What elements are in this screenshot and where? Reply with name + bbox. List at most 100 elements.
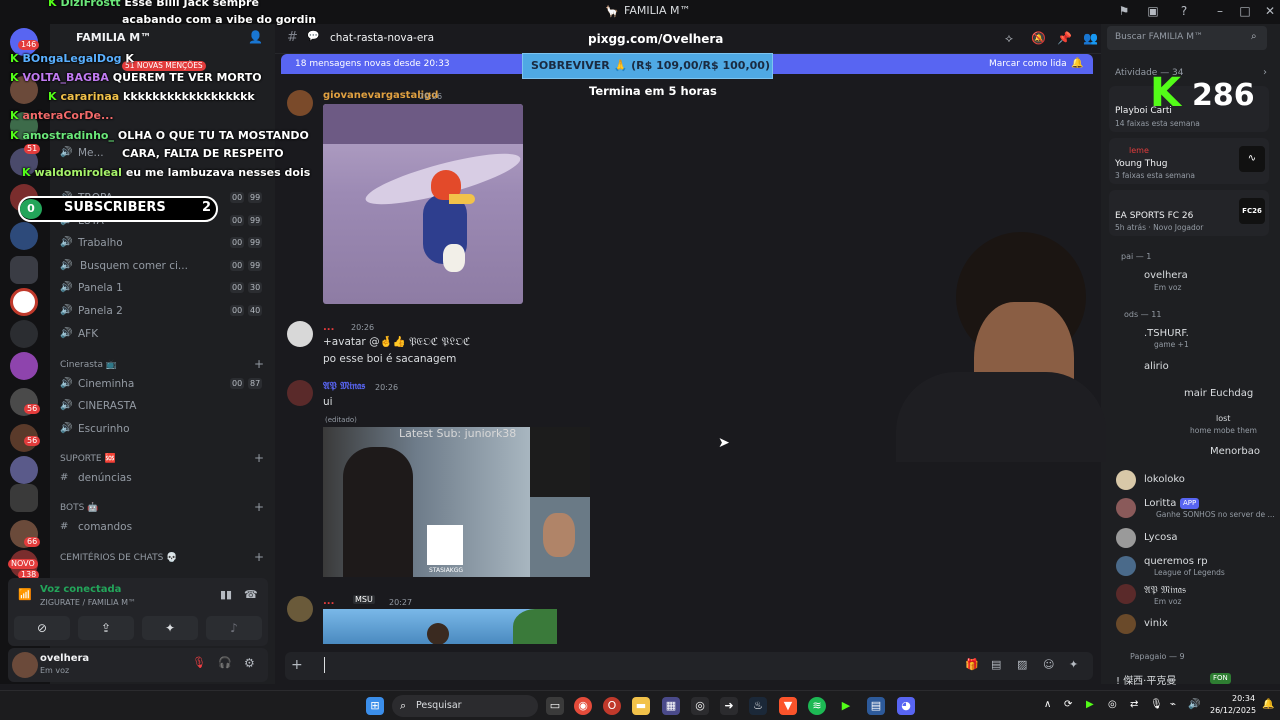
member-entry[interactable]: ! 傑西·平克曼 FON bbox=[1116, 672, 1280, 688]
add-channel-icon[interactable]: + bbox=[254, 357, 264, 371]
help-icon[interactable]: ? bbox=[1176, 3, 1192, 19]
gif-icon[interactable]: ▤ bbox=[991, 658, 1001, 671]
emoji-icon[interactable]: ☺ bbox=[1043, 658, 1054, 671]
brave-icon[interactable]: ▼ bbox=[779, 697, 797, 715]
message-author[interactable]: 𝔄𝔓 𝔐𝔦𝔫𝔞𝔰 bbox=[323, 381, 365, 392]
avatar[interactable] bbox=[1116, 528, 1136, 548]
app-icon[interactable]: ➜ bbox=[720, 697, 738, 715]
message-author[interactable]: ... bbox=[323, 596, 334, 607]
member-name[interactable]: mair Euchdag bbox=[1184, 388, 1253, 399]
member-name[interactable]: Lycosa bbox=[1144, 532, 1178, 543]
notifications-icon[interactable]: 🔕 bbox=[1031, 31, 1046, 45]
member-name[interactable]: 𝔄𝔓 𝔐𝔦𝔫𝔞𝔰 bbox=[1144, 585, 1186, 596]
microphone-icon[interactable]: 🎙 bbox=[1150, 699, 1163, 710]
avatar[interactable] bbox=[1116, 614, 1136, 634]
video-embed[interactable]: Latest Sub: juniork38 STASIAKGG bbox=[323, 427, 590, 577]
message-author[interactable]: ... bbox=[323, 322, 334, 333]
tray-icon[interactable]: ◎ bbox=[1108, 699, 1117, 710]
category-cinerasta[interactable]: Cinerasta 📺 bbox=[60, 360, 117, 370]
image-preview[interactable] bbox=[323, 609, 557, 644]
noise-suppression-icon[interactable]: ▮▮ bbox=[220, 588, 232, 601]
close-icon[interactable]: ✕ bbox=[1262, 3, 1278, 19]
opera-server-icon[interactable] bbox=[10, 288, 38, 316]
member-name[interactable]: Loritta bbox=[1144, 498, 1176, 509]
member-name[interactable]: alirio bbox=[1144, 361, 1169, 372]
activity-card[interactable]: leme Young Thug 3 faixas esta semana ∿ bbox=[1109, 138, 1269, 184]
server-icon[interactable] bbox=[10, 320, 38, 348]
activity-card[interactable]: EA SPORTS FC 26 5h atrás · Novo Jogador … bbox=[1109, 190, 1269, 236]
add-channel-icon[interactable]: + bbox=[254, 451, 264, 465]
pin-icon[interactable]: 📌 bbox=[1057, 31, 1072, 45]
add-channel-icon[interactable]: + bbox=[254, 550, 264, 564]
voice-channel[interactable]: 🔊 AFK bbox=[50, 324, 275, 344]
disconnect-icon[interactable]: ☎ bbox=[244, 588, 258, 601]
voice-status[interactable]: Voz conectada bbox=[40, 584, 121, 595]
member-name[interactable]: vinix bbox=[1144, 618, 1168, 629]
tray-chevron-icon[interactable]: ∧ bbox=[1044, 699, 1051, 710]
avatar[interactable] bbox=[287, 321, 313, 347]
member-name[interactable]: ovelhera bbox=[1144, 270, 1188, 281]
chrome-icon[interactable]: ◉ bbox=[574, 697, 592, 715]
apps-icon[interactable]: ✦ bbox=[1069, 658, 1078, 671]
gift-icon[interactable]: 🎁 bbox=[965, 658, 979, 671]
app-icon[interactable]: ◎ bbox=[691, 697, 709, 715]
server-icon[interactable] bbox=[10, 222, 38, 250]
start-icon[interactable]: ⊞ bbox=[366, 697, 384, 715]
member-name[interactable]: .TSHURF. bbox=[1144, 328, 1189, 339]
voice-channel[interactable]: 🔊 Panela 1 00 30 bbox=[50, 278, 275, 298]
network-icon[interactable]: ⌁ bbox=[1170, 699, 1176, 710]
mute-icon[interactable]: 🎙 bbox=[192, 656, 206, 669]
opera-icon[interactable]: O bbox=[603, 697, 621, 715]
avatar[interactable] bbox=[1116, 556, 1136, 576]
search-input[interactable]: Buscar FAMILIA M™ ⌕ bbox=[1107, 26, 1267, 50]
voice-channel[interactable]: 🔊 CINERASTA bbox=[50, 396, 275, 416]
voice-channel[interactable]: 🔊 Panela 2 00 40 bbox=[50, 301, 275, 321]
voice-channel[interactable]: 🔊 Trabalho 00 99 bbox=[50, 233, 275, 253]
folder-icon[interactable] bbox=[10, 256, 38, 284]
gif-image[interactable] bbox=[323, 104, 523, 304]
attach-icon[interactable]: + bbox=[291, 657, 303, 673]
activities-button[interactable]: ✦ bbox=[142, 616, 198, 640]
tray-icon[interactable]: ▶ bbox=[1086, 699, 1094, 710]
avatar[interactable] bbox=[1116, 584, 1136, 604]
avatar[interactable] bbox=[287, 596, 313, 622]
kick-icon[interactable]: ▶ bbox=[837, 697, 855, 715]
settings-icon[interactable]: ⚙ bbox=[244, 656, 255, 670]
app-icon[interactable]: ▤ bbox=[867, 697, 885, 715]
avatar[interactable] bbox=[1116, 498, 1136, 518]
voice-channel[interactable]: 🔊 Escurinho bbox=[50, 419, 275, 439]
discord-icon[interactable]: ◕ bbox=[897, 697, 915, 715]
text-channel[interactable]: # comandos bbox=[50, 517, 275, 537]
category-cemiterios[interactable]: CEMITÉRIOS DE CHATS 💀 bbox=[60, 553, 177, 563]
member-list-icon[interactable]: 👥 bbox=[1083, 31, 1098, 45]
flag-icon[interactable]: ⚑ bbox=[1116, 3, 1132, 19]
steam-icon[interactable]: ♨ bbox=[749, 697, 767, 715]
username[interactable]: ovelhera bbox=[40, 653, 89, 664]
tray-icon[interactable]: ⇄ bbox=[1130, 699, 1138, 710]
minimize-icon[interactable]: – bbox=[1212, 3, 1228, 19]
file-explorer-icon[interactable]: ▬ bbox=[632, 697, 650, 715]
avatar[interactable] bbox=[12, 652, 38, 678]
avatar[interactable] bbox=[1116, 470, 1136, 490]
avatar[interactable] bbox=[287, 380, 313, 406]
member-name[interactable]: lokoloko bbox=[1144, 474, 1185, 485]
deafen-icon[interactable]: 🎧 bbox=[218, 656, 232, 669]
volume-icon[interactable]: 🔊 bbox=[1188, 699, 1200, 710]
app-icon[interactable]: ▦ bbox=[662, 697, 680, 715]
category-bots[interactable]: BOTS 🤖 bbox=[60, 503, 98, 513]
category-suporte[interactable]: SUPORTE 🆘 bbox=[60, 454, 116, 464]
screen-share-button[interactable]: ⇪ bbox=[78, 616, 134, 640]
clock-date[interactable]: 26/12/2025 bbox=[1210, 706, 1256, 715]
server-icon[interactable] bbox=[10, 352, 38, 380]
tray-icon[interactable]: ⟳ bbox=[1064, 699, 1072, 710]
member-name[interactable]: queremos rp bbox=[1144, 556, 1208, 567]
voice-channel[interactable]: 🔊 Cineminha 00 87 bbox=[50, 374, 275, 394]
member-name[interactable]: Menorbao bbox=[1210, 446, 1260, 457]
member-name[interactable]: lost bbox=[1216, 414, 1230, 423]
text-channel[interactable]: # denúncias bbox=[50, 468, 275, 488]
taskbar-search[interactable]: ⌕ Pesquisar bbox=[392, 695, 538, 717]
maximize-icon[interactable]: □ bbox=[1237, 3, 1253, 19]
threads-icon[interactable]: ⟡ bbox=[1005, 31, 1013, 46]
voice-location[interactable]: ZIGURATE / FAMILIA M™ bbox=[40, 598, 136, 607]
spotify-icon[interactable]: ≋ bbox=[808, 697, 826, 715]
